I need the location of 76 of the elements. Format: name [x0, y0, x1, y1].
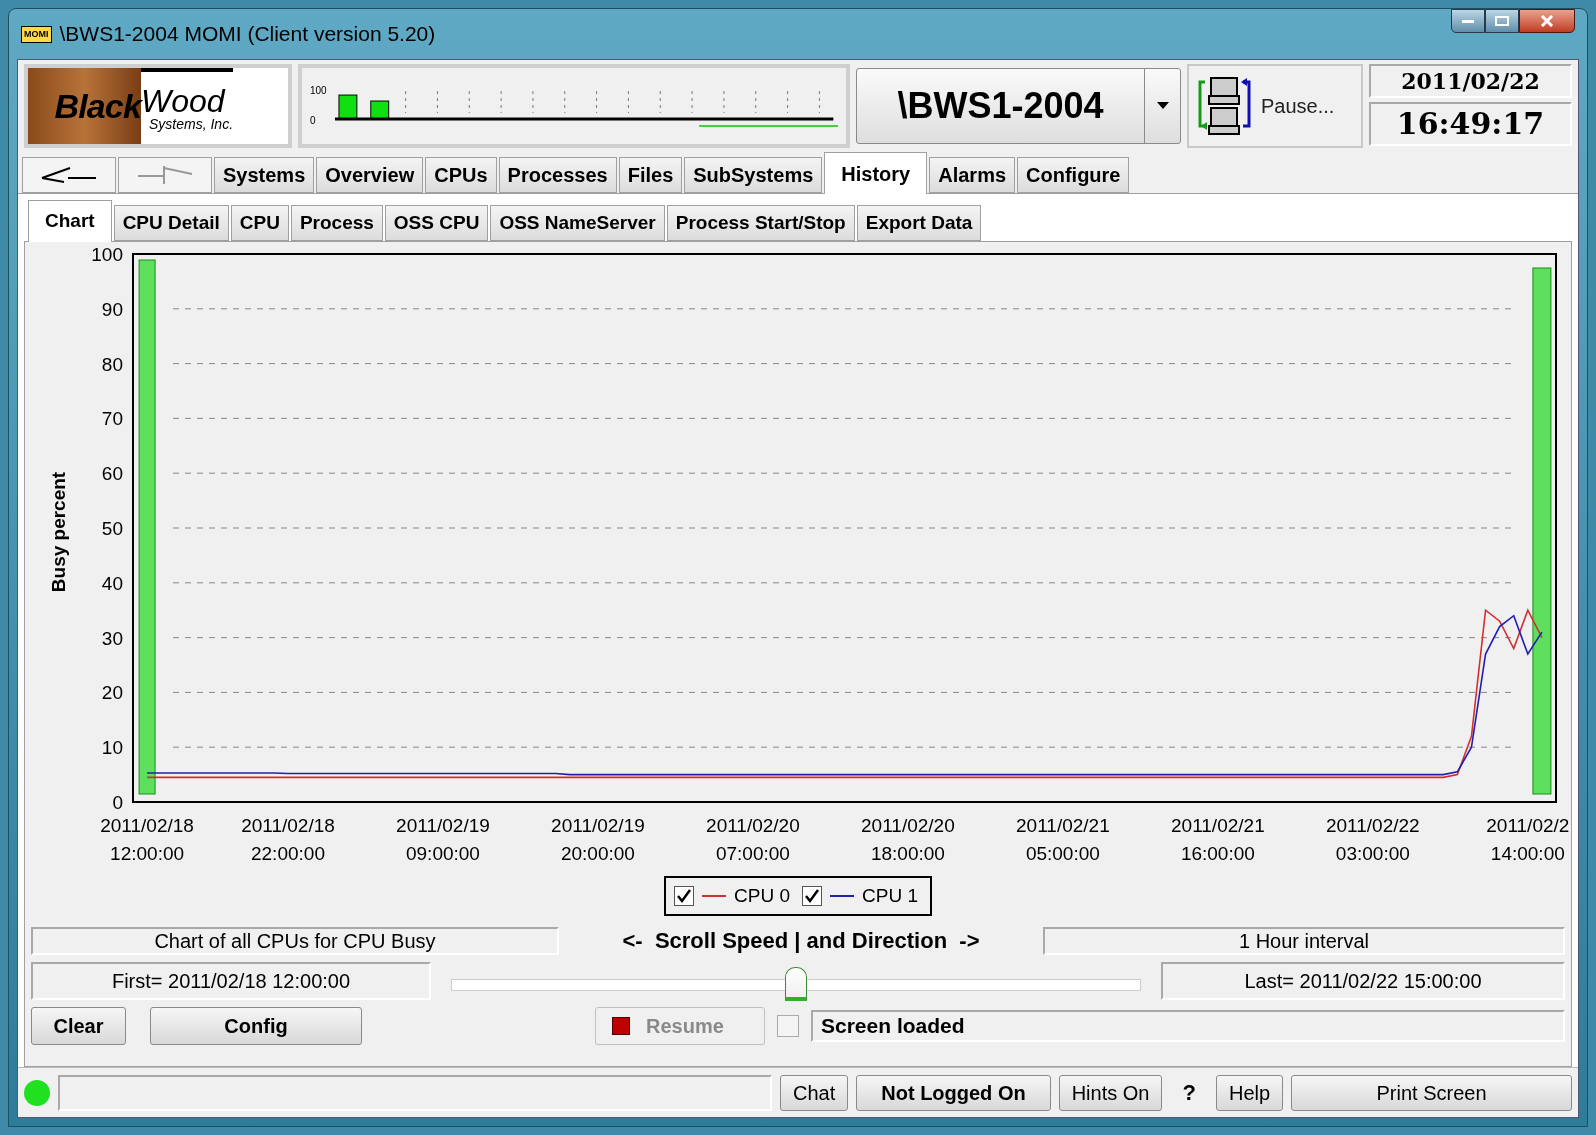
x-tick-label: 2011/02/19 09:00:00 [396, 815, 490, 864]
tab[interactable]: Files [618, 157, 683, 193]
close-icon [1540, 15, 1554, 27]
x-tick-label: 2011/02/18 12:00:00 [100, 815, 194, 864]
tab[interactable]: Process Start/Stop [666, 205, 855, 241]
date-display: 2011/02/22 [1369, 64, 1572, 98]
legend-label: CPU 0 [734, 883, 791, 908]
legend-checkbox[interactable] [674, 886, 695, 906]
tab[interactable]: Alarms [929, 157, 1016, 193]
help-button[interactable]: Help [1215, 1074, 1284, 1111]
scroll-label: <- Scroll Speed | and Direction -> [621, 927, 981, 955]
tab[interactable]: Configure [1017, 157, 1130, 193]
tab[interactable]: Processes [498, 157, 617, 193]
x-tick-label: 2011/02/21 05:00:00 [1016, 815, 1110, 864]
tab[interactable]: Chart [28, 200, 112, 242]
tab[interactable]: CPU [230, 205, 289, 241]
x-tick-label: 2011/02/21 16:00:00 [1171, 815, 1265, 864]
x-tick-label: 2011/02/20 07:00:00 [706, 815, 800, 864]
checkbox[interactable] [777, 1015, 799, 1037]
step-arrow-icon [136, 164, 194, 186]
x-tick-label: 2011/02/22 03:00:00 [1326, 815, 1420, 864]
y-tick-label: 50 [101, 518, 123, 539]
x-tick-label: 2011/02/2 14:00:00 [1486, 815, 1570, 864]
status-button[interactable]: Not Logged On [856, 1074, 1051, 1111]
computers-icon [1197, 74, 1253, 138]
status-button[interactable]: Hints On [1058, 1074, 1163, 1111]
first-time-display: First= 2011/02/18 12:00:00 [31, 962, 431, 1000]
config-button[interactable]: Config [150, 1007, 362, 1045]
left-arrow-icon [40, 166, 98, 184]
tab[interactable]: History [824, 152, 928, 194]
chart-caption: Chart of all CPUs for CPU Busy [31, 926, 559, 955]
y-tick-label: 100 [91, 244, 123, 265]
mini-chart: 100 0 [298, 64, 850, 148]
question-mark[interactable]: ? [1170, 1076, 1208, 1109]
maximize-button[interactable] [1485, 9, 1519, 33]
y-axis-label: Busy percent [48, 471, 69, 593]
y-tick-label: 80 [101, 353, 123, 375]
tab[interactable]: Overview [316, 157, 424, 193]
x-tick-label: 2011/02/20 18:00:00 [861, 815, 955, 864]
tab[interactable]: CPUs [425, 157, 497, 193]
legend-label: CPU 1 [862, 883, 919, 908]
slider-thumb[interactable] [785, 967, 807, 1001]
app-icon: MOMI [21, 25, 52, 43]
minimize-button[interactable] [1451, 9, 1485, 33]
y-tick-label: 90 [101, 298, 123, 320]
status-button[interactable]: Chat [780, 1074, 849, 1111]
y-tick-label: 20 [101, 682, 123, 704]
clear-button[interactable]: Clear [31, 1007, 126, 1045]
y-tick-label: 60 [101, 463, 123, 485]
tab[interactable]: Export Data [856, 205, 982, 241]
tab[interactable]: SubSystems [684, 157, 823, 193]
back-arrow-button[interactable] [22, 157, 116, 193]
pause-button[interactable]: Pause... [1187, 64, 1363, 148]
tab[interactable]: OSS CPU [384, 205, 489, 241]
tab[interactable]: Process [290, 205, 383, 241]
time-display: 16:49:17 [1369, 102, 1572, 146]
y-tick-label: 70 [101, 408, 123, 430]
status-message: Screen loaded [811, 1010, 1565, 1042]
x-tick-label: 2011/02/18 22:00:00 [241, 815, 335, 864]
last-time-display: Last= 2011/02/22 15:00:00 [1161, 962, 1565, 1000]
close-button[interactable] [1519, 9, 1575, 33]
system-dropdown[interactable]: \BWS1-2004 [856, 68, 1181, 144]
legend-checkbox[interactable] [802, 886, 822, 906]
y-tick-label: 10 [101, 737, 123, 759]
print-screen-button[interactable]: Print Screen [1291, 1074, 1572, 1111]
window-title: \BWS1-2004 MOMI (Client version 5.20) [59, 21, 436, 48]
y-tick-label: 0 [112, 792, 123, 813]
y-tick-label: 40 [101, 572, 123, 594]
tab[interactable]: CPU Detail [113, 205, 229, 241]
x-tick-label: 2011/02/19 20:00:00 [551, 815, 645, 864]
dropdown-caret-icon [1156, 102, 1169, 110]
y-tick-label: 30 [101, 627, 123, 649]
interval-display: 1 Hour interval [1043, 926, 1565, 955]
stop-icon [612, 1017, 630, 1035]
tab[interactable]: OSS NameServer [490, 205, 665, 241]
tab[interactable]: Systems [214, 157, 315, 193]
